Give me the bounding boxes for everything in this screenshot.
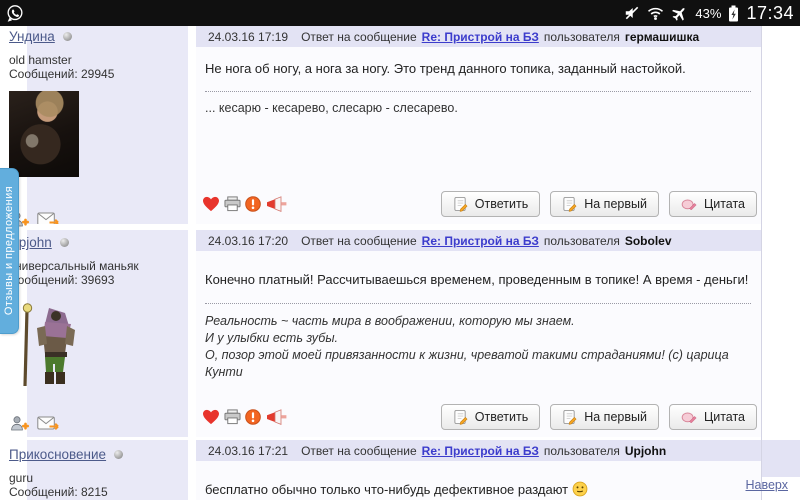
reply-page-icon <box>562 409 577 425</box>
print-icon[interactable] <box>223 196 242 212</box>
private-message-icon[interactable] <box>37 416 60 432</box>
complain-megaphone-icon[interactable] <box>264 409 288 425</box>
user-label: пользователя <box>543 233 620 248</box>
post-footer: Ответить На первый Цитата <box>201 404 757 430</box>
back-to-top-link[interactable]: Наверх <box>746 478 789 492</box>
mute-icon <box>624 5 640 21</box>
column-gutter <box>188 26 196 500</box>
post-text: Конечно платный! Рассчитываешься времене… <box>205 272 749 287</box>
status-clock: 17:34 <box>746 2 794 23</box>
like-heart-icon[interactable] <box>201 409 221 425</box>
first-button-label: На первый <box>584 197 647 211</box>
quote-icon <box>681 410 697 425</box>
status-bar: 43% 17:34 <box>0 0 800 26</box>
quote-icon <box>681 197 697 212</box>
airplane-mode-icon <box>671 5 688 22</box>
post-text-span: бесплатно обычно только что-нибудь дефек… <box>205 482 569 497</box>
post: 24.03.16 17:19 Ответ на сообщение Re: Пр… <box>196 26 761 224</box>
post-column: 24.03.16 17:19 Ответ на сообщение Re: Пр… <box>196 26 762 500</box>
reply-button[interactable]: Ответить <box>440 191 541 217</box>
post-text: бесплатно обычно только что-нибудь дефек… <box>196 461 761 501</box>
report-warning-icon[interactable] <box>244 196 262 212</box>
reply-label: Ответ на сообщение <box>301 233 417 248</box>
user-avatar <box>9 300 159 395</box>
user-title: old hamster <box>9 53 72 67</box>
user-message-count: Сообщений: 39693 <box>9 273 115 287</box>
post-date: 24.03.16 17:19 <box>208 29 289 44</box>
reply-first-button[interactable]: На первый <box>550 191 659 217</box>
whatsapp-notification-icon <box>6 4 24 22</box>
add-friend-icon[interactable] <box>9 415 30 432</box>
quote-button-label: Цитата <box>703 410 745 424</box>
user-message-count: Сообщений: 8215 <box>9 485 108 499</box>
quote-button[interactable]: Цитата <box>668 404 757 430</box>
report-warning-icon[interactable] <box>244 409 262 425</box>
post-header: 24.03.16 17:19 Ответ на сообщение Re: Пр… <box>196 26 761 47</box>
online-status-icon <box>59 238 69 247</box>
print-icon[interactable] <box>223 409 242 425</box>
post-header: 24.03.16 17:21 Ответ на сообщение Re: Пр… <box>196 440 761 461</box>
post-text: Не нога об ногу, а нога за ногу. Это тре… <box>205 61 686 76</box>
user-title: guru <box>9 471 34 485</box>
smirk-smiley-icon <box>572 481 588 501</box>
reply-button-label: Ответить <box>474 197 529 211</box>
reply-to-user: Sobolev <box>624 233 672 248</box>
topic-link[interactable]: Re: Пристрой на БЗ <box>422 30 539 44</box>
user-avatar <box>9 91 79 177</box>
topic-link[interactable]: Re: Пристрой на БЗ <box>422 234 539 248</box>
reply-button[interactable]: Ответить <box>440 404 541 430</box>
reply-page-icon <box>562 196 577 212</box>
user-block: Ундина old hamster Сообщений: 29945 <box>9 29 159 228</box>
post: 24.03.16 17:20 Ответ на сообщение Re: Пр… <box>196 230 761 437</box>
post: 24.03.16 17:21 Ответ на сообщение Re: Пр… <box>196 440 761 500</box>
signature-line: И у улыбки есть зубы. <box>205 331 338 345</box>
quote-button-label: Цитата <box>703 197 745 211</box>
reply-button-label: Ответить <box>474 410 529 424</box>
forum-screen: 43% 17:34 Ундина old hamster Сообщений: … <box>0 0 800 500</box>
first-button-label: На первый <box>584 410 647 424</box>
post-footer: Ответить На первый Цитата <box>201 191 757 217</box>
post-header: 24.03.16 17:20 Ответ на сообщение Re: Пр… <box>196 230 761 251</box>
complain-megaphone-icon[interactable] <box>264 196 288 212</box>
signature-divider <box>205 91 751 92</box>
reply-page-icon <box>453 196 468 212</box>
post-date: 24.03.16 17:20 <box>208 233 289 248</box>
username-link[interactable]: Ундина <box>9 29 55 44</box>
post-body: Не нога об ногу, а нога за ногу. Это тре… <box>196 47 761 224</box>
margin-patch <box>762 440 800 477</box>
reply-label: Ответ на сообщение <box>301 443 417 458</box>
user-label: пользователя <box>543 443 620 458</box>
reply-page-icon <box>453 409 468 425</box>
row-separator <box>27 224 188 230</box>
post-date: 24.03.16 17:21 <box>208 443 289 458</box>
quote-button[interactable]: Цитата <box>668 191 757 217</box>
user-block: Upjohn универсальный маньяк Сообщений: 3… <box>9 235 159 432</box>
reply-first-button[interactable]: На первый <box>550 404 659 430</box>
username-link[interactable]: Прикосновение <box>9 447 106 462</box>
wifi-icon <box>647 6 664 21</box>
signature-line: О, позор этой моей привязанности к жизни… <box>205 348 729 379</box>
reply-label: Ответ на сообщение <box>301 29 417 44</box>
online-status-icon <box>62 32 72 41</box>
like-heart-icon[interactable] <box>201 196 221 212</box>
user-message-count: Сообщений: 29945 <box>9 67 115 81</box>
post-body: бесплатно обычно только что-нибудь дефек… <box>196 461 761 500</box>
user-block: Прикосновение guru Сообщений: 8215 <box>9 447 159 500</box>
feedback-tab-label: Отзывы и предложения <box>3 186 15 316</box>
reply-to-user: гермашишка <box>624 29 700 44</box>
reply-to-user: Upjohn <box>624 443 667 458</box>
post-body: Конечно платный! Рассчитываешься времене… <box>196 251 761 437</box>
feedback-tab[interactable]: Отзывы и предложения <box>0 168 19 334</box>
signature-line: Реальность ~ часть мира в воображении, к… <box>205 314 575 328</box>
online-status-icon <box>114 450 124 459</box>
row-separator <box>27 437 188 440</box>
battery-charging-icon <box>728 5 739 22</box>
signature-line: ... кесарю - кесарево, слесарю - слесаре… <box>205 101 458 115</box>
battery-percent: 43% <box>695 5 722 21</box>
signature-divider <box>205 303 751 304</box>
user-title: универсальный маньяк <box>9 259 139 273</box>
user-label: пользователя <box>543 29 620 44</box>
topic-link[interactable]: Re: Пристрой на БЗ <box>422 444 539 458</box>
